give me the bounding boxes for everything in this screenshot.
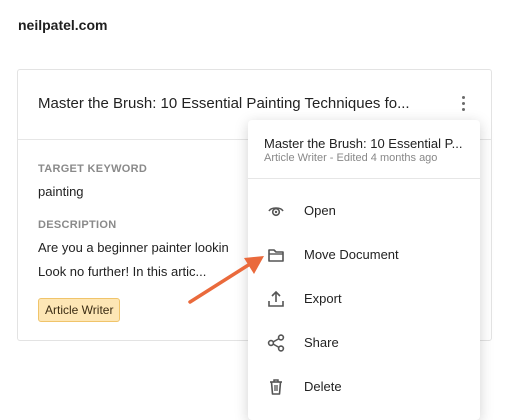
menu-item-move-document[interactable]: Move Document bbox=[248, 235, 480, 275]
menu-item-export[interactable]: Export bbox=[248, 279, 480, 319]
description-label: DESCRIPTION bbox=[38, 219, 117, 231]
menu-item-open[interactable]: Open bbox=[248, 191, 480, 231]
eye-icon bbox=[266, 201, 286, 221]
menu-title: Master the Brush: 10 Essential P... bbox=[264, 136, 463, 151]
upload-icon bbox=[266, 289, 286, 309]
share-icon bbox=[266, 333, 286, 353]
description-line-2: Look no further! In this artic... bbox=[38, 264, 207, 279]
context-menu: Master the Brush: 10 Essential P... Arti… bbox=[248, 120, 480, 420]
description-line-1: Are you a beginner painter lookin bbox=[38, 240, 229, 255]
menu-item-label: Share bbox=[304, 335, 339, 350]
menu-item-label: Move Document bbox=[304, 247, 399, 262]
status-badge: Article Writer bbox=[38, 298, 121, 322]
menu-item-label: Export bbox=[304, 291, 342, 306]
target-keyword-label: TARGET KEYWORD bbox=[38, 163, 148, 175]
menu-item-label: Open bbox=[304, 203, 336, 218]
menu-subtitle: Article Writer - Edited 4 months ago bbox=[264, 152, 438, 164]
more-options-icon[interactable] bbox=[458, 96, 468, 114]
menu-item-share[interactable]: Share bbox=[248, 323, 480, 363]
menu-header: Master the Brush: 10 Essential P... Arti… bbox=[248, 120, 480, 179]
folder-icon bbox=[266, 245, 286, 265]
card-title[interactable]: Master the Brush: 10 Essential Painting … bbox=[38, 95, 410, 112]
target-keyword-value: painting bbox=[38, 184, 84, 199]
menu-item-delete[interactable]: Delete bbox=[248, 367, 480, 407]
menu-item-label: Delete bbox=[304, 379, 342, 394]
trash-icon bbox=[266, 377, 286, 397]
site-name: neilpatel.com bbox=[18, 17, 108, 33]
